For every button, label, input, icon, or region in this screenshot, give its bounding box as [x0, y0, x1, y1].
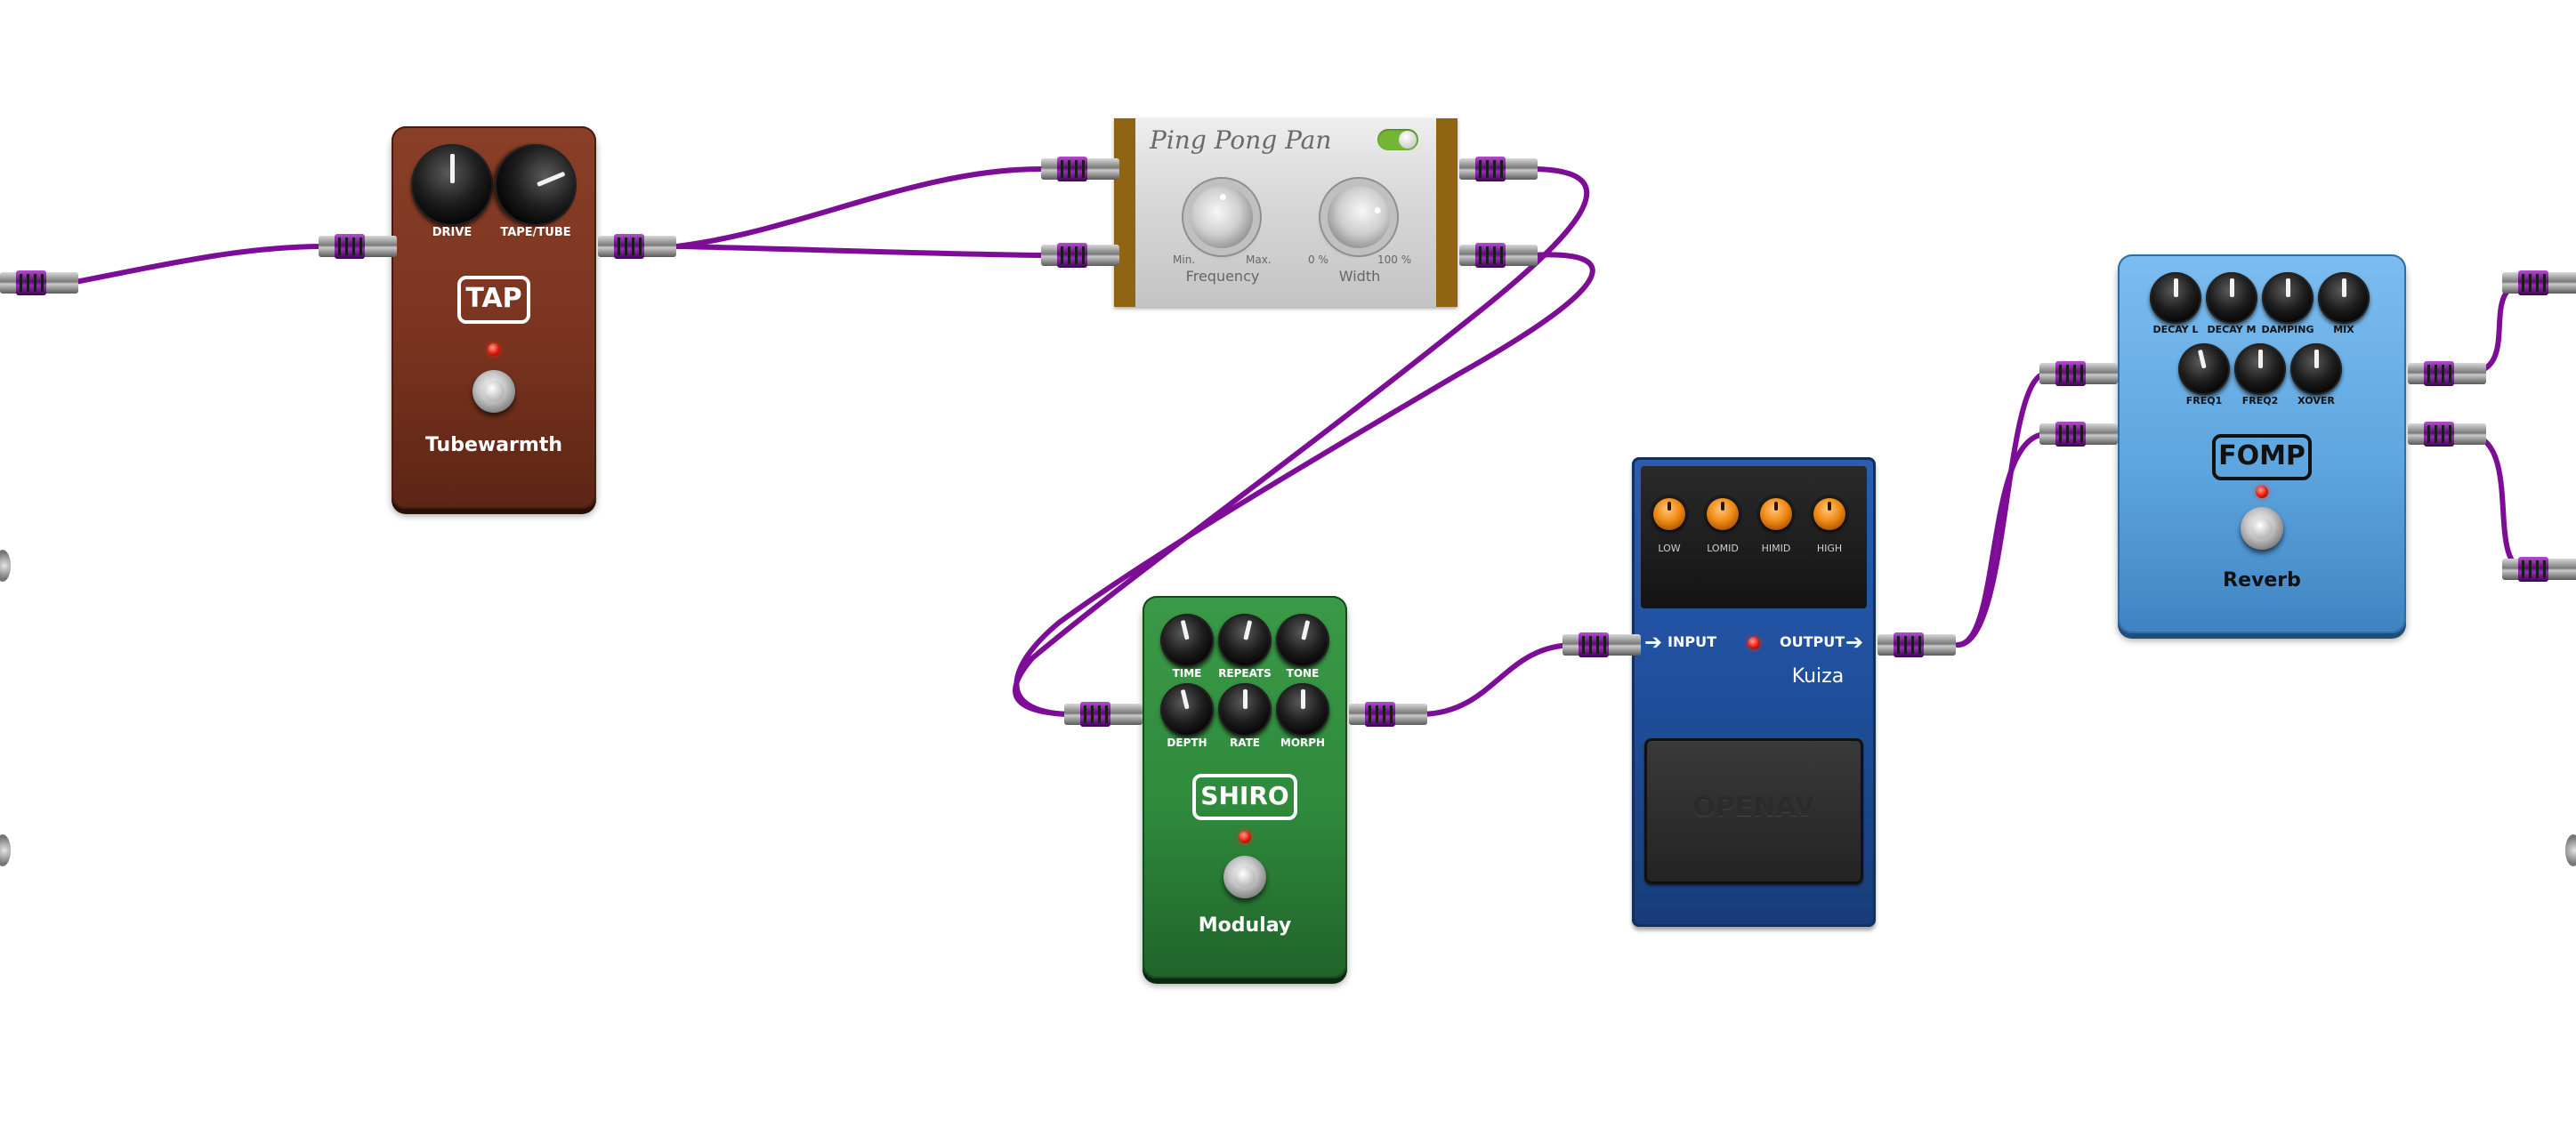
width-max-label: 100 %	[1377, 254, 1412, 266]
status-led	[1239, 831, 1251, 843]
brand-badge: TAP	[457, 276, 530, 324]
reverb-input-right-jack[interactable]	[2039, 422, 2118, 447]
morph-label: MORPH	[1280, 737, 1326, 749]
drive-label: DRIVE	[432, 226, 472, 239]
decay-l-knob[interactable]	[2150, 272, 2201, 324]
frequency-max-label: Max.	[1246, 254, 1272, 266]
himid-knob[interactable]	[1760, 498, 1792, 530]
pingpong-output-right-jack[interactable]	[1459, 243, 1538, 268]
high-knob[interactable]	[1813, 498, 1845, 530]
pingpong-output-left-jack[interactable]	[1459, 157, 1538, 181]
drive-knob[interactable]	[411, 144, 493, 226]
input-label: INPUT	[1668, 633, 1716, 650]
depth-knob[interactable]	[1154, 677, 1220, 743]
rate-knob[interactable]	[1218, 683, 1272, 737]
low-label: LOW	[1658, 543, 1681, 554]
status-led	[1748, 637, 1760, 649]
reverb-input-left-jack[interactable]	[2039, 361, 2118, 386]
time-label: TIME	[1172, 667, 1202, 680]
time-knob[interactable]	[1154, 608, 1220, 673]
freq1-knob[interactable]	[2173, 338, 2235, 400]
footplate[interactable]: OPENAV	[1644, 738, 1863, 884]
reverb-output-left-jack[interactable]	[2408, 361, 2486, 386]
system-capture-jack-3[interactable]	[0, 834, 11, 866]
pedal-name: Tubewarmth	[424, 434, 563, 456]
low-knob[interactable]	[1653, 498, 1685, 530]
mix-label: MIX	[2333, 324, 2354, 335]
enable-toggle[interactable]	[1377, 129, 1418, 150]
cable-kuiza-to-reverb-left	[1955, 371, 2049, 648]
output-arrow-icon: ➔	[1845, 630, 1864, 655]
tubewarmth-input-jack[interactable]	[319, 234, 397, 259]
bypass-footswitch[interactable]	[2241, 507, 2283, 550]
reverb-pedal[interactable]: DECAY L DECAY M DAMPING MIX FREQ1 FREQ2 …	[2118, 254, 2406, 633]
lomid-label: LOMID	[1707, 543, 1739, 554]
depth-label: DEPTH	[1167, 737, 1207, 749]
plugin-title: Ping Pong Pan	[1150, 125, 1332, 155]
tape-tube-label: TAPE/TUBE	[500, 226, 571, 239]
xover-knob[interactable]	[2290, 343, 2342, 395]
cable-reverb-right-to-system-out	[2462, 431, 2530, 572]
high-label: HIGH	[1816, 543, 1843, 554]
pedal-name: Reverb	[2223, 569, 2301, 592]
system-playback-jack-3[interactable]	[2565, 834, 2576, 866]
system-capture-jack-2[interactable]	[0, 550, 11, 582]
tape-tube-knob[interactable]	[481, 131, 590, 239]
himid-label: HIMID	[1761, 543, 1791, 554]
repeats-label: REPEATS	[1218, 667, 1272, 680]
status-led	[488, 343, 500, 356]
kuiza-input-jack[interactable]	[1563, 632, 1641, 657]
pedal-name: Modulay	[1198, 914, 1292, 937]
xover-label: XOVER	[2297, 395, 2335, 407]
frequency-min-label: Min.	[1173, 254, 1196, 266]
cable-reverb-left-to-system-out	[2462, 280, 2530, 376]
morph-knob[interactable]	[1276, 683, 1329, 737]
reverb-output-right-jack[interactable]	[2408, 422, 2486, 447]
pedal-name: Kuiza	[1791, 665, 1845, 688]
modulay-pedal[interactable]: TIME REPEATS TONE DEPTH RATE MORPH SHIRO…	[1143, 596, 1347, 978]
brand-badge: SHIRO	[1192, 774, 1297, 820]
brand-badge: FOMP	[2212, 434, 2312, 480]
system-playback-jack-right[interactable]	[2502, 557, 2576, 582]
frequency-label: Frequency	[1185, 268, 1260, 285]
mix-knob[interactable]	[2318, 272, 2370, 324]
tone-knob[interactable]	[1270, 608, 1336, 673]
rate-label: RATE	[1230, 737, 1260, 749]
system-playback-jack-left[interactable]	[2502, 270, 2576, 295]
cable-tubewarmth-to-pingpong-right	[674, 244, 1044, 258]
width-label: Width	[1338, 268, 1381, 285]
footplate-logo: OPENAV	[1692, 792, 1815, 823]
pingpong-input-left-jack[interactable]	[1041, 157, 1119, 181]
modulay-output-jack[interactable]	[1349, 702, 1427, 727]
lomid-knob[interactable]	[1707, 498, 1739, 530]
status-led	[2256, 486, 2268, 498]
kuiza-pedal[interactable]: LOW LOMID HIMID HIGH ➔ INPUT OUTPUT ➔ Ku…	[1632, 457, 1876, 927]
output-label: OUTPUT	[1780, 633, 1845, 650]
bypass-footswitch[interactable]	[472, 370, 515, 413]
input-arrow-icon: ➔	[1644, 630, 1663, 655]
control-panel	[1641, 466, 1867, 608]
cable-kuiza-to-reverb-right	[1955, 431, 2049, 648]
pedalboard-canvas[interactable]: DRIVE TAPE/TUBE TAP Tubewarmth Ping Pong…	[0, 0, 2576, 1135]
freq2-knob[interactable]	[2234, 343, 2286, 395]
tubewarmth-pedal[interactable]: DRIVE TAPE/TUBE TAP Tubewarmth	[392, 126, 596, 509]
cable-system-in-to-tubewarmth	[69, 244, 323, 286]
bypass-footswitch[interactable]	[1223, 856, 1266, 898]
kuiza-output-jack[interactable]	[1877, 632, 1956, 657]
repeats-knob[interactable]	[1212, 608, 1278, 673]
modulay-input-jack[interactable]	[1064, 702, 1143, 727]
decay-m-knob[interactable]	[2206, 272, 2257, 324]
tone-label: TONE	[1286, 667, 1320, 680]
toggle-thumb	[1399, 131, 1417, 149]
cable-modulay-to-kuiza	[1421, 642, 1578, 717]
pingpong-input-right-jack[interactable]	[1041, 243, 1119, 268]
damping-knob[interactable]	[2262, 272, 2314, 324]
cable-tubewarmth-to-pingpong-left	[674, 166, 1044, 249]
tubewarmth-output-jack[interactable]	[598, 234, 676, 259]
system-capture-jack[interactable]	[0, 270, 78, 295]
ping-pong-pan-plugin[interactable]: Ping Pong Pan Min. Max. 0 % 100 % Freque…	[1114, 118, 1458, 307]
width-min-label: 0 %	[1308, 254, 1328, 266]
